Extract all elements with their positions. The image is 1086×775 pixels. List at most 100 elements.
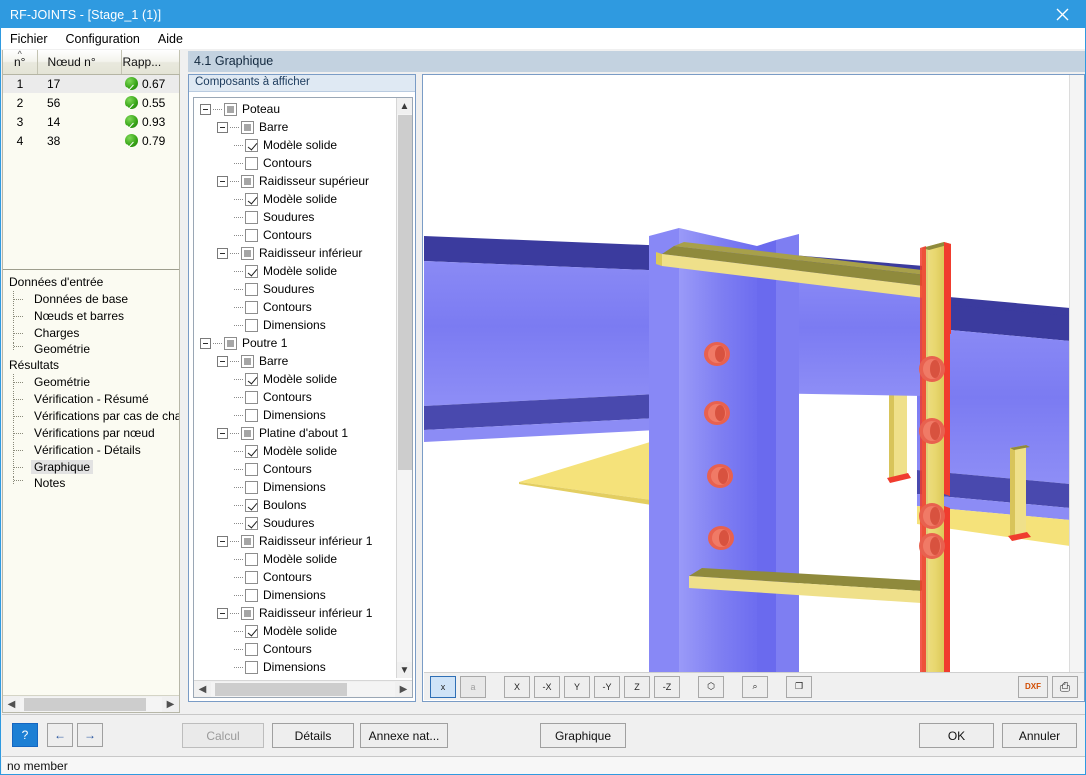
component-checkbox[interactable] bbox=[245, 462, 258, 476]
component-checkbox[interactable] bbox=[245, 138, 258, 152]
annexe-nationale-button[interactable]: Annexe nat... bbox=[360, 723, 448, 748]
component-checkbox-row[interactable]: Modèle solide bbox=[194, 262, 397, 280]
column-header-ratio[interactable]: Rapp... bbox=[121, 50, 180, 75]
component-node-row[interactable]: Raidisseur inférieur 1 bbox=[194, 532, 397, 550]
3d-viewport[interactable] bbox=[424, 76, 1070, 674]
component-checkbox-row[interactable]: Contours bbox=[194, 388, 397, 406]
nav-item[interactable]: Vérifications par nœud bbox=[7, 424, 179, 441]
component-checkbox[interactable] bbox=[245, 192, 258, 206]
components-scroll-right-icon[interactable]: ▶ bbox=[395, 681, 412, 697]
component-checkbox[interactable] bbox=[245, 390, 258, 404]
table-row[interactable]: 3 14 0.93 bbox=[3, 112, 179, 131]
component-checkbox[interactable] bbox=[245, 210, 258, 224]
component-checkbox-row[interactable]: Modèle solide bbox=[194, 136, 397, 154]
component-node-row[interactable]: Poteau bbox=[194, 100, 397, 118]
collapse-icon[interactable] bbox=[217, 427, 228, 439]
component-checkbox-row[interactable]: Contours bbox=[194, 640, 397, 658]
nav-item[interactable]: Nœuds et barres bbox=[7, 307, 179, 324]
menu-item-aide[interactable]: Aide bbox=[149, 30, 192, 48]
component-node-row[interactable]: Raidisseur supérieur bbox=[194, 172, 397, 190]
component-checkbox-row[interactable]: Dimensions bbox=[194, 478, 397, 496]
component-checkbox[interactable] bbox=[245, 588, 258, 602]
close-icon[interactable] bbox=[1039, 1, 1085, 28]
components-vscroll-thumb[interactable] bbox=[398, 115, 412, 470]
collapse-icon[interactable] bbox=[217, 607, 228, 619]
component-state-box[interactable] bbox=[224, 102, 237, 116]
components-hscroll-thumb[interactable] bbox=[215, 682, 347, 696]
component-node-row[interactable]: Poutre 1 bbox=[194, 334, 397, 352]
layers-button[interactable]: ❐ bbox=[786, 675, 812, 698]
component-checkbox[interactable] bbox=[245, 516, 258, 530]
component-checkbox[interactable] bbox=[245, 228, 258, 242]
view-minus-x-button[interactable]: -X bbox=[534, 675, 560, 698]
print-button[interactable]: ⎙ bbox=[1052, 675, 1078, 698]
previous-button[interactable]: ← bbox=[47, 723, 73, 747]
component-node-row[interactable]: Platine d'about 1 bbox=[194, 424, 397, 442]
component-checkbox[interactable] bbox=[245, 264, 258, 278]
zoom-button[interactable]: ⌕ bbox=[742, 675, 768, 698]
next-button[interactable]: → bbox=[77, 723, 103, 747]
component-node-row[interactable]: Raidisseur inférieur 1 bbox=[194, 604, 397, 622]
component-checkbox-row[interactable]: Soudures bbox=[194, 208, 397, 226]
components-hscroll-track[interactable] bbox=[211, 681, 395, 697]
component-checkbox[interactable] bbox=[245, 570, 258, 584]
component-checkbox[interactable] bbox=[245, 282, 258, 296]
scroll-up-icon[interactable]: ▲ bbox=[397, 98, 412, 114]
component-checkbox-row[interactable]: Boulons bbox=[194, 496, 397, 514]
graphic-vscrollbar[interactable] bbox=[1069, 75, 1084, 673]
column-header-node[interactable]: Nœud n° bbox=[37, 50, 122, 75]
nav-item[interactable]: Vérification - Résumé bbox=[7, 390, 179, 407]
component-checkbox-row[interactable]: Contours bbox=[194, 460, 397, 478]
component-checkbox-row[interactable]: Dimensions bbox=[194, 406, 397, 424]
component-node-row[interactable]: Raidisseur inférieur bbox=[194, 244, 397, 262]
scroll-thumb[interactable] bbox=[24, 697, 146, 711]
component-checkbox-row[interactable]: Contours bbox=[194, 568, 397, 586]
component-state-box[interactable] bbox=[241, 120, 254, 134]
component-checkbox-row[interactable]: Soudures bbox=[194, 280, 397, 298]
menu-item-fichier[interactable]: Fichier bbox=[1, 30, 57, 48]
component-checkbox[interactable] bbox=[245, 156, 258, 170]
component-node-row[interactable]: Barre bbox=[194, 118, 397, 136]
component-checkbox[interactable] bbox=[245, 552, 258, 566]
nav-item[interactable]: Notes bbox=[7, 475, 179, 491]
component-checkbox-row[interactable]: Modèle solide bbox=[194, 442, 397, 460]
components-vscrollbar[interactable]: ▲ ▼ bbox=[396, 98, 412, 678]
collapse-icon[interactable] bbox=[217, 121, 228, 133]
component-state-box[interactable] bbox=[224, 336, 237, 350]
component-checkbox[interactable] bbox=[245, 498, 258, 512]
column-header-index[interactable]: ^ n° bbox=[3, 50, 38, 75]
view-minus-z-button[interactable]: -Z bbox=[654, 675, 680, 698]
components-hscrollbar[interactable]: ◀ ▶ bbox=[194, 680, 412, 697]
collapse-icon[interactable] bbox=[217, 535, 228, 547]
component-state-box[interactable] bbox=[241, 174, 254, 188]
collapse-icon[interactable] bbox=[217, 175, 228, 187]
help-button[interactable]: ? bbox=[12, 723, 38, 747]
details-button[interactable]: Détails bbox=[272, 723, 354, 748]
view-z-button[interactable]: Z bbox=[624, 675, 650, 698]
render-wire-button[interactable]: a bbox=[460, 675, 486, 698]
component-state-box[interactable] bbox=[241, 606, 254, 620]
nav-item[interactable]: Données de base bbox=[7, 290, 179, 307]
component-checkbox[interactable] bbox=[245, 660, 258, 674]
table-row[interactable]: 2 56 0.55 bbox=[3, 93, 179, 112]
component-checkbox[interactable] bbox=[245, 624, 258, 638]
collapse-icon[interactable] bbox=[200, 337, 211, 349]
left-panel-hscrollbar[interactable]: ◀ ▶ bbox=[3, 695, 179, 712]
nav-item[interactable]: Charges bbox=[7, 324, 179, 341]
view-x-button[interactable]: X bbox=[504, 675, 530, 698]
nav-item[interactable]: Geométrie bbox=[7, 373, 179, 390]
collapse-icon[interactable] bbox=[217, 355, 228, 367]
component-checkbox-row[interactable]: Contours bbox=[194, 226, 397, 244]
scroll-down-icon[interactable]: ▼ bbox=[397, 662, 412, 678]
component-checkbox-row[interactable]: Contours bbox=[194, 298, 397, 316]
nav-item[interactable]: Graphique bbox=[7, 458, 179, 475]
component-state-box[interactable] bbox=[241, 354, 254, 368]
ok-button[interactable]: OK bbox=[919, 723, 994, 748]
table-row[interactable]: 4 38 0.79 bbox=[3, 131, 179, 150]
component-checkbox[interactable] bbox=[245, 372, 258, 386]
component-checkbox[interactable] bbox=[245, 444, 258, 458]
component-checkbox-row[interactable]: Dimensions bbox=[194, 316, 397, 334]
nav-item[interactable]: Vérification - Détails bbox=[7, 441, 179, 458]
component-checkbox-row[interactable]: Modèle solide bbox=[194, 622, 397, 640]
nav-item[interactable]: Geométrie bbox=[7, 341, 179, 357]
